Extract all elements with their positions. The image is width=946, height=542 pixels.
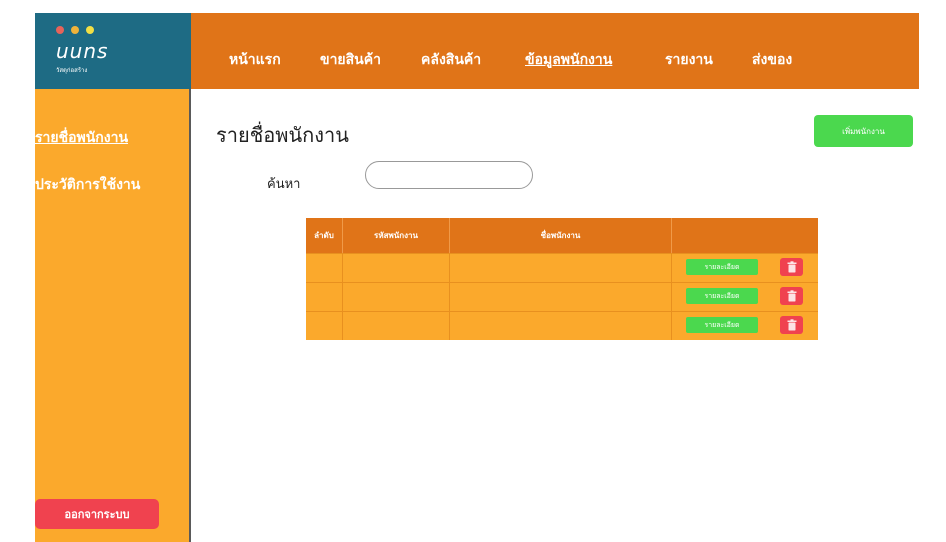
trash-icon [787,261,796,273]
trash-icon [787,290,796,302]
header-employee-code: รหัสพนักงาน [343,218,450,253]
nav-reports[interactable]: รายงาน [665,49,713,71]
add-employee-button[interactable]: เพิ่มพนักงาน [814,115,913,147]
yellow-dot-icon [71,26,79,34]
logout-button[interactable]: ออกจากระบบ [35,499,159,529]
delete-button[interactable] [780,316,803,334]
row-order [306,312,343,340]
row-code [343,254,450,282]
row-name [450,254,672,282]
row-name [450,283,672,311]
light-yellow-dot-icon [86,26,94,34]
table-row: รายละเอียด [306,253,818,282]
table-header: ลำดับ รหัสพนักงาน ชื่อพนักงาน [306,218,818,253]
sidebar-item-usage-history[interactable]: ประวัติการใช้งาน [35,174,140,196]
delete-button[interactable] [780,258,803,276]
detail-button[interactable]: รายละเอียด [686,317,758,333]
search-input[interactable] [365,161,533,189]
top-nav: หน้าแรก ขายสินค้า คลังสินค้า ข้อมูลพนักง… [191,13,919,89]
delete-button[interactable] [780,287,803,305]
logo: uuns วัสดุก่อสร้าง [35,13,191,89]
row-actions: รายละเอียด [672,254,818,282]
row-name [450,312,672,340]
table-row: รายละเอียด [306,311,818,340]
app-window: uuns วัสดุก่อสร้าง หน้าแรก ขายสินค้า คลั… [35,13,919,542]
table-row: รายละเอียด [306,282,818,311]
row-order [306,283,343,311]
row-actions: รายละเอียด [672,312,818,340]
red-dot-icon [56,26,64,34]
row-order [306,254,343,282]
nav-inventory[interactable]: คลังสินค้า [421,49,481,71]
nav-home[interactable]: หน้าแรก [229,49,281,71]
detail-button[interactable]: รายละเอียด [686,288,758,304]
header-employee-name: ชื่อพนักงาน [450,218,672,253]
employee-table: ลำดับ รหัสพนักงาน ชื่อพนักงาน รายละเอียด [306,218,818,340]
nav-employees[interactable]: ข้อมูลพนักงาน [525,49,612,71]
row-code [343,283,450,311]
logo-title: uuns [56,39,109,63]
window-dots [56,26,94,34]
row-code [343,312,450,340]
search-label: ค้นหา [267,177,301,192]
logo-subtitle: วัสดุก่อสร้าง [56,67,88,74]
sidebar-item-employee-list[interactable]: รายชื่อพนักงาน [35,127,128,149]
row-actions: รายละเอียด [672,283,818,311]
trash-icon [787,319,796,331]
nav-delivery[interactable]: ส่งของ [752,49,792,71]
header-order: ลำดับ [306,218,343,253]
page-title: รายชื่อพนักงาน [216,123,349,147]
header-actions [672,218,818,253]
detail-button[interactable]: รายละเอียด [686,259,758,275]
sidebar: รายชื่อพนักงาน ประวัติการใช้งาน ออกจากระ… [35,89,191,542]
nav-sales[interactable]: ขายสินค้า [320,49,381,71]
